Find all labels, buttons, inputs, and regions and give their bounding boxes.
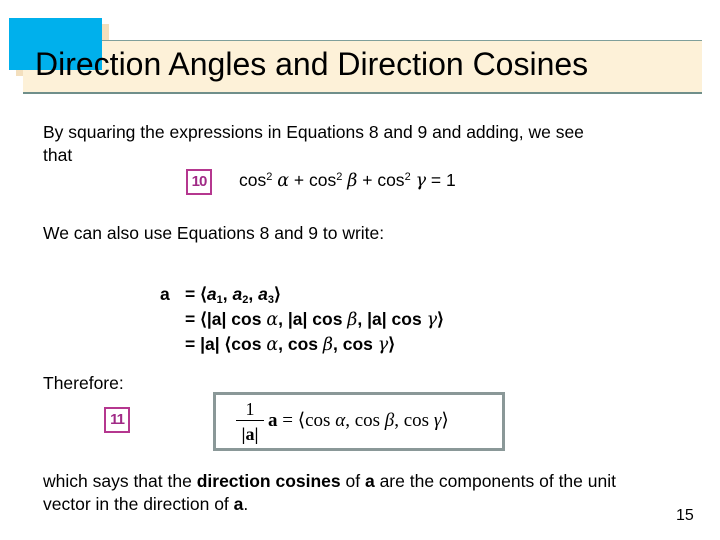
conclusion-text: are the components of the unit [374, 471, 616, 491]
eq10-plus-cos-2: + cos [357, 170, 405, 190]
equation-10: cos2 α + cos2 β + cos2 γ = 1 [239, 170, 456, 192]
eq10-alpha: α [277, 171, 290, 191]
gamma: γ [377, 335, 389, 355]
angle-close: ⟩ [437, 309, 444, 329]
angle-close: ⟩ [273, 284, 281, 304]
row2-mid2: , |a| cos [357, 309, 427, 329]
comma: , [248, 284, 259, 304]
component-a: a [206, 284, 217, 304]
eq10-gamma: γ [415, 171, 427, 191]
eq10-exponent-3: 2 [404, 171, 411, 183]
conclusion-line-2: vector in the direction of a. [43, 494, 248, 515]
slide-title: Direction Angles and Direction Cosines [35, 46, 589, 82]
conclusion-line-1: which says that the direction cosines of… [43, 471, 616, 492]
also-text: We can also use Equations 8 and 9 to wri… [43, 223, 385, 243]
alpha: α [335, 410, 346, 431]
alpha: α [266, 310, 279, 330]
vector-a: a [233, 494, 244, 514]
period: . [243, 494, 249, 514]
conclusion-text: of [340, 471, 365, 491]
beta: β [347, 310, 358, 330]
eq-open: = ⟨ [185, 284, 207, 304]
fraction-numerator: 1 [245, 399, 255, 419]
eq10-plus-cos-1: + cos [289, 170, 337, 190]
conclusion-text: which says that the [43, 471, 197, 491]
intro-line-2: that [43, 145, 73, 165]
alpha: α [266, 335, 279, 355]
fraction: 1 |a| [236, 399, 264, 445]
derivation-rhs-1: = ⟨a1, a2, a3⟩ [185, 282, 281, 307]
beta: β [322, 335, 334, 355]
row3-mid1: , cos [278, 334, 323, 354]
angle-close: ⟩ [441, 410, 449, 431]
rhs-mid1: , cos [345, 410, 385, 431]
fraction-bar [236, 420, 264, 421]
eq10-exponent-2: 2 [336, 171, 343, 183]
eq10-equals-one: = 1 [426, 170, 456, 190]
fraction-denominator: |a| [241, 424, 259, 444]
eq10-beta: β [347, 171, 358, 191]
equation-number-badge-11: 11 [104, 407, 130, 433]
gamma: γ [426, 310, 438, 330]
rhs-mid2: , cos [394, 410, 434, 431]
comma: , [222, 284, 233, 304]
therefore-text: Therefore: [43, 373, 124, 393]
rhs-pre: = ⟨cos [277, 410, 336, 431]
term-direction-cosines: direction cosines [196, 471, 341, 491]
row2-mid1: , |a| cos [278, 309, 348, 329]
page-number: 15 [676, 507, 694, 524]
beta: β [384, 410, 395, 431]
row3-mid2: , cos [333, 334, 378, 354]
derivation-lhs-a: a [160, 284, 170, 304]
row2-pre: = ⟨|a| cos [185, 309, 267, 329]
equation-11-box: 1 |a| a = ⟨cos α, cos β, cos γ⟩ [213, 392, 505, 451]
conclusion-text: vector in the direction of [43, 494, 234, 514]
vector-a: a [364, 471, 375, 491]
derivation-rhs-2: = ⟨|a| cos α, |a| cos β, |a| cos γ⟩ [185, 307, 444, 333]
vector-a: a [268, 410, 278, 431]
angle-close: ⟩ [388, 334, 396, 354]
eq10-exponent-1: 2 [266, 171, 273, 183]
equation-number-badge-10: 10 [186, 169, 212, 195]
component-a: a [258, 284, 268, 304]
intro-line-1: By squaring the expressions in Equations… [43, 122, 584, 142]
derivation-rhs-3: = |a| ⟨cos α, cos β, cos γ⟩ [185, 332, 395, 358]
component-a: a [232, 284, 243, 304]
row3-pre: = |a| ⟨cos [185, 334, 267, 354]
eq10-cos-1: cos [239, 170, 267, 190]
equation-11-rhs: a = ⟨cos α, cos β, cos γ⟩ [268, 409, 449, 432]
